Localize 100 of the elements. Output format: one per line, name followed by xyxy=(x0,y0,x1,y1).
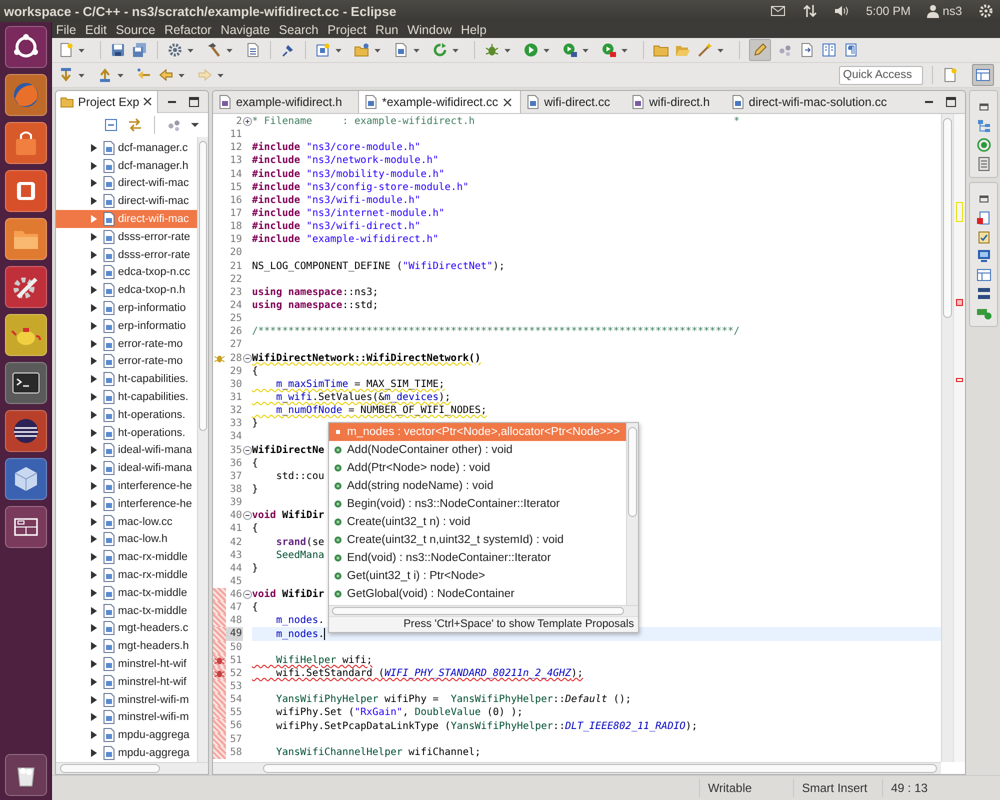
maximize-icon[interactable] xyxy=(945,96,957,108)
collapse-icon[interactable] xyxy=(243,446,252,455)
menu-item[interactable]: Search xyxy=(278,23,319,37)
expand-arrow-icon[interactable] xyxy=(90,267,98,278)
launcher-button[interactable] xyxy=(4,26,46,68)
tree-item[interactable]: mpdu-aggrega xyxy=(56,726,197,744)
completion-item[interactable]: Get(uint32_t i) : Ptr<Node> xyxy=(329,567,626,585)
tree-item[interactable]: ideal-wifi-mana xyxy=(56,442,197,460)
target-icon[interactable] xyxy=(976,137,992,153)
tree-item[interactable]: minstrel-wifi-m xyxy=(56,708,197,726)
editor-tab[interactable]: *example-wifidirect.cc xyxy=(358,91,522,113)
run-stop-icon[interactable] xyxy=(601,42,617,58)
expand-arrow-icon[interactable] xyxy=(90,498,98,509)
expand-arrow-icon[interactable] xyxy=(90,641,98,652)
launcher-button[interactable] xyxy=(4,506,46,548)
launcher-button[interactable] xyxy=(4,218,46,260)
tree-item[interactable]: mac-rx-middle xyxy=(56,566,197,584)
scrollbar[interactable] xyxy=(213,762,941,774)
expand-arrow-icon[interactable] xyxy=(90,516,98,527)
launcher-button[interactable] xyxy=(4,754,46,796)
expand-arrow-icon[interactable] xyxy=(90,320,98,331)
tree-item[interactable]: erp-informatio xyxy=(56,316,197,335)
tree-item[interactable]: edca-txop-n.h xyxy=(56,281,197,300)
tree-item[interactable]: ht-operations. xyxy=(56,424,197,442)
launcher-button[interactable] xyxy=(4,170,46,212)
menu-item[interactable]: Source xyxy=(116,23,156,37)
collapse-all-icon[interactable] xyxy=(103,117,119,133)
expand-arrow-icon[interactable] xyxy=(90,178,98,188)
tree-item[interactable]: edca-txop-n.cc xyxy=(56,264,197,282)
user-name[interactable]: ns3 xyxy=(942,4,962,18)
binary-icon[interactable] xyxy=(976,286,992,302)
bug-icon[interactable] xyxy=(484,42,500,58)
launcher-button[interactable] xyxy=(4,314,46,356)
expand-icon[interactable] xyxy=(243,117,252,126)
mail-icon[interactable] xyxy=(770,3,786,19)
tree-item[interactable]: dsss-error-rate xyxy=(56,246,197,264)
scrollbar[interactable] xyxy=(626,423,638,605)
tree-item[interactable]: error-rate-mo xyxy=(56,334,197,353)
tree-item[interactable]: mac-low.h xyxy=(56,530,197,548)
new-file-icon[interactable] xyxy=(942,67,958,83)
collapse-icon[interactable] xyxy=(243,511,252,520)
error-list-icon[interactable] xyxy=(976,210,992,226)
columns-icon[interactable] xyxy=(821,42,837,58)
scrollbar[interactable] xyxy=(941,114,953,762)
expand-arrow-icon[interactable] xyxy=(90,748,98,758)
expand-arrow-icon[interactable] xyxy=(90,338,98,349)
expand-arrow-icon[interactable] xyxy=(90,659,98,669)
highlighter-icon[interactable] xyxy=(749,39,771,61)
hammer-icon[interactable] xyxy=(206,42,222,58)
completion-item[interactable]: GetGlobal(void) : NodeContainer xyxy=(329,585,626,603)
completion-item[interactable]: Begin(void) : ns3::NodeContainer::Iterator xyxy=(329,495,626,513)
tree-item[interactable]: mac-tx-middle xyxy=(56,584,197,602)
network-arrows-icon[interactable] xyxy=(802,3,818,19)
tree-item[interactable]: dcf-manager.c xyxy=(56,139,197,157)
tree-item[interactable]: mac-low.cc xyxy=(56,512,197,531)
document-arrow-icon[interactable] xyxy=(799,42,815,58)
editor-tab[interactable]: example-wifidirect.h xyxy=(213,91,358,113)
tree-item[interactable]: erp-informatio xyxy=(56,299,197,317)
refresh-icon[interactable] xyxy=(432,42,448,58)
wand-icon[interactable] xyxy=(697,42,713,58)
menu-item[interactable]: Refactor xyxy=(164,23,212,37)
tree-item[interactable]: direct-wifi-mac xyxy=(56,174,197,192)
document-icon[interactable] xyxy=(976,156,992,172)
editor-tab[interactable]: wifi-direct.h xyxy=(626,91,726,113)
outline-icon[interactable] xyxy=(976,118,992,134)
completion-item[interactable]: Add(NodeContainer other) : void xyxy=(329,441,626,459)
menu-item[interactable]: File xyxy=(56,23,76,37)
expand-arrow-icon[interactable] xyxy=(90,623,98,634)
tree-item[interactable]: mac-rx-middle xyxy=(56,548,197,566)
expand-arrow-icon[interactable] xyxy=(90,570,98,580)
launcher-button[interactable] xyxy=(4,362,46,404)
menu-item[interactable]: Edit xyxy=(85,23,107,37)
tree-item[interactable]: interference-he xyxy=(56,494,197,513)
save-icon[interactable] xyxy=(110,42,126,58)
run-config-icon[interactable] xyxy=(562,42,578,58)
expand-arrow-icon[interactable] xyxy=(90,232,98,242)
new-class-icon[interactable] xyxy=(315,42,331,58)
new-source-icon[interactable] xyxy=(393,42,409,58)
tree-item[interactable]: direct-wifi-mac xyxy=(56,192,197,210)
new-folder-icon[interactable] xyxy=(354,42,370,58)
launcher-button[interactable] xyxy=(4,122,46,164)
menu-item[interactable]: Run xyxy=(375,23,398,37)
binary-file-icon[interactable] xyxy=(245,42,261,58)
close-icon[interactable] xyxy=(503,98,512,106)
completion-item[interactable]: Create(uint32_t n,uint32_t systemId) : void xyxy=(329,531,626,549)
back-arrow-icon[interactable] xyxy=(158,67,174,83)
monitor-icon[interactable] xyxy=(976,248,992,264)
completion-item[interactable]: Add(string nodeName) : void xyxy=(329,477,626,495)
tree-item[interactable]: mgt-headers.c xyxy=(56,620,197,638)
tree-item[interactable]: interference-he xyxy=(56,477,197,495)
launcher-button[interactable] xyxy=(4,458,46,500)
save-all-icon[interactable] xyxy=(132,42,148,58)
collapse-icon[interactable] xyxy=(243,354,252,363)
expand-arrow-icon[interactable] xyxy=(90,445,98,456)
expand-arrow-icon[interactable] xyxy=(90,160,98,171)
expand-arrow-icon[interactable] xyxy=(90,712,98,722)
user-icon[interactable] xyxy=(926,4,939,18)
tree-item[interactable]: ht-capabilities. xyxy=(56,388,197,406)
expand-arrow-icon[interactable] xyxy=(90,392,98,402)
tree-item[interactable]: mgt-headers.h xyxy=(56,637,197,656)
